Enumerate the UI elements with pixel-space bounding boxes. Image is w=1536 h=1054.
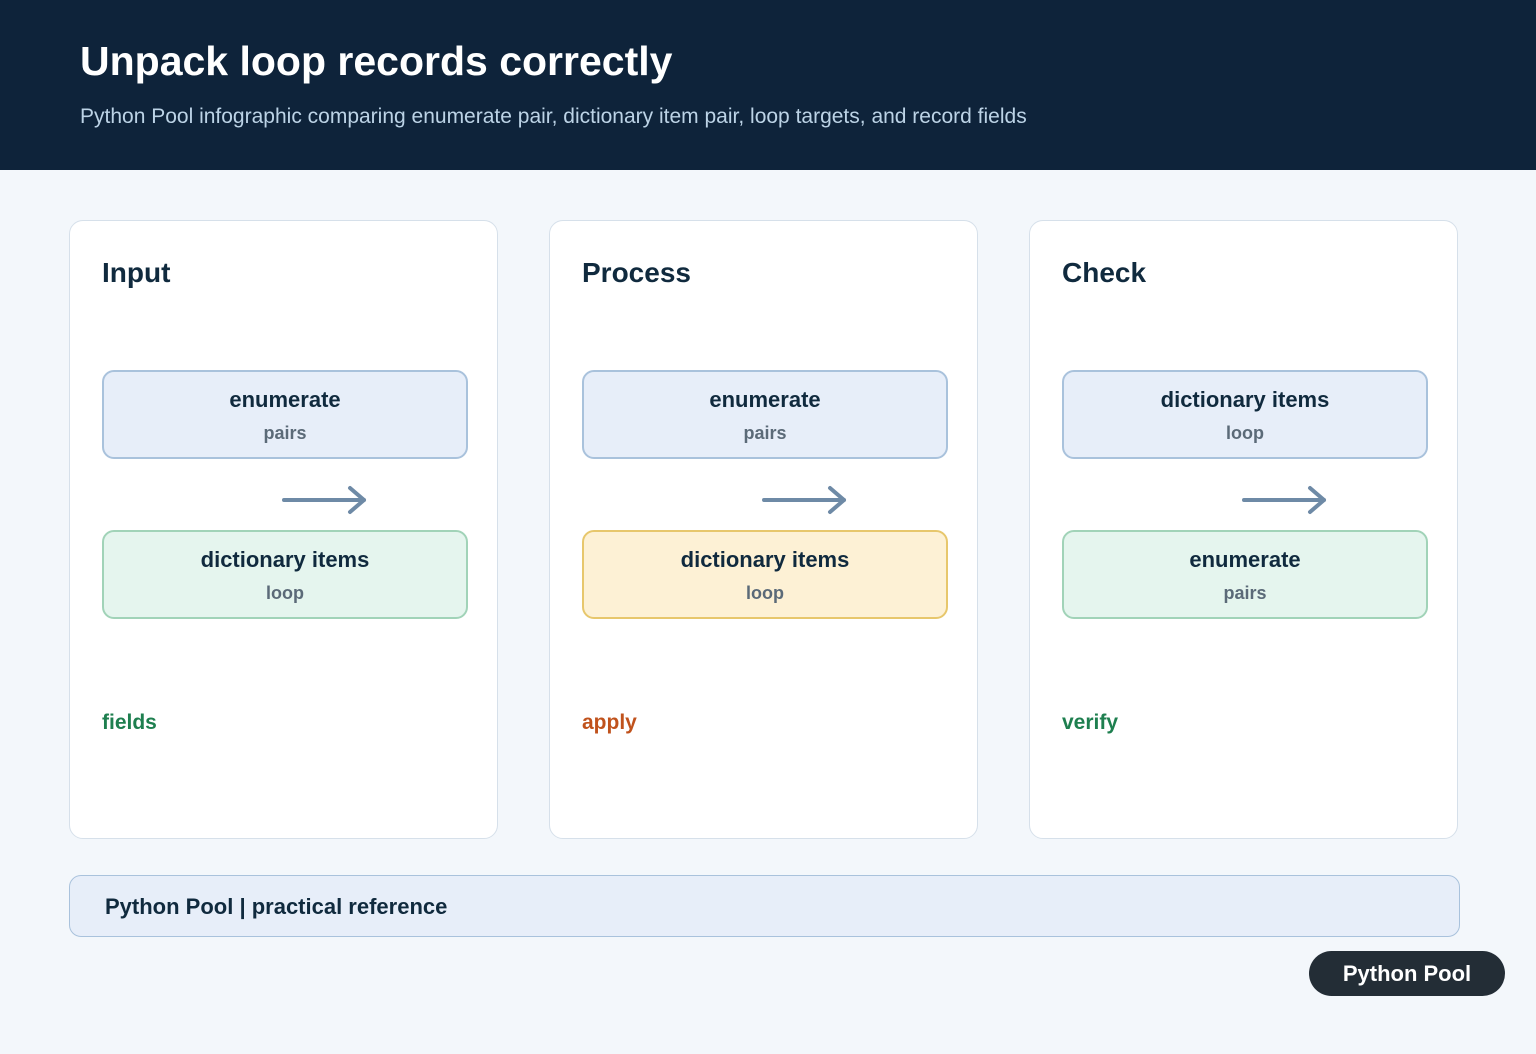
node-sublabel: loop bbox=[746, 583, 784, 603]
node-label: dictionary items bbox=[680, 547, 850, 572]
arrow-right-icon bbox=[1242, 486, 1326, 514]
step-label: verify bbox=[1062, 711, 1119, 734]
panel-title: Input bbox=[102, 257, 171, 288]
node-label: enumerate bbox=[229, 387, 341, 412]
header-banner: Unpack loop records correctly Python Poo… bbox=[0, 0, 1536, 170]
page-subtitle: Python Pool infographic comparing enumer… bbox=[80, 105, 1027, 128]
brand-badge: Python Pool bbox=[1309, 951, 1505, 996]
node-sublabel: loop bbox=[1226, 423, 1264, 443]
panel-input: Input enumerate pairs dictionary items l… bbox=[69, 220, 498, 839]
node-sublabel: pairs bbox=[1223, 583, 1267, 603]
arrow-right-icon bbox=[762, 486, 846, 514]
step-label: apply bbox=[582, 711, 637, 734]
footer-bar: Python Pool | practical reference bbox=[69, 875, 1460, 937]
bottom-node: dictionary items loop bbox=[102, 530, 468, 619]
panel-check: Check dictionary items loop enumerate pa… bbox=[1029, 220, 1458, 839]
node-label: enumerate bbox=[709, 387, 821, 412]
step-label: fields bbox=[102, 711, 157, 734]
node-label: dictionary items bbox=[1160, 387, 1330, 412]
panel-title: Check bbox=[1062, 257, 1147, 288]
bottom-node: dictionary items loop bbox=[582, 530, 948, 619]
page-title: Unpack loop records correctly bbox=[80, 38, 673, 84]
top-node: dictionary items loop bbox=[1062, 370, 1428, 459]
footer-text: Python Pool | practical reference bbox=[105, 894, 448, 919]
bottom-node: enumerate pairs bbox=[1062, 530, 1428, 619]
panel-process: Process enumerate pairs dictionary items… bbox=[549, 220, 978, 839]
node-sublabel: loop bbox=[266, 583, 304, 603]
node-sublabel: pairs bbox=[743, 423, 787, 443]
top-node: enumerate pairs bbox=[102, 370, 468, 459]
panel-title: Process bbox=[582, 257, 691, 288]
node-label: dictionary items bbox=[200, 547, 370, 572]
node-sublabel: pairs bbox=[263, 423, 307, 443]
arrow-right-icon bbox=[282, 486, 366, 514]
top-node: enumerate pairs bbox=[582, 370, 948, 459]
node-label: enumerate bbox=[1189, 547, 1301, 572]
